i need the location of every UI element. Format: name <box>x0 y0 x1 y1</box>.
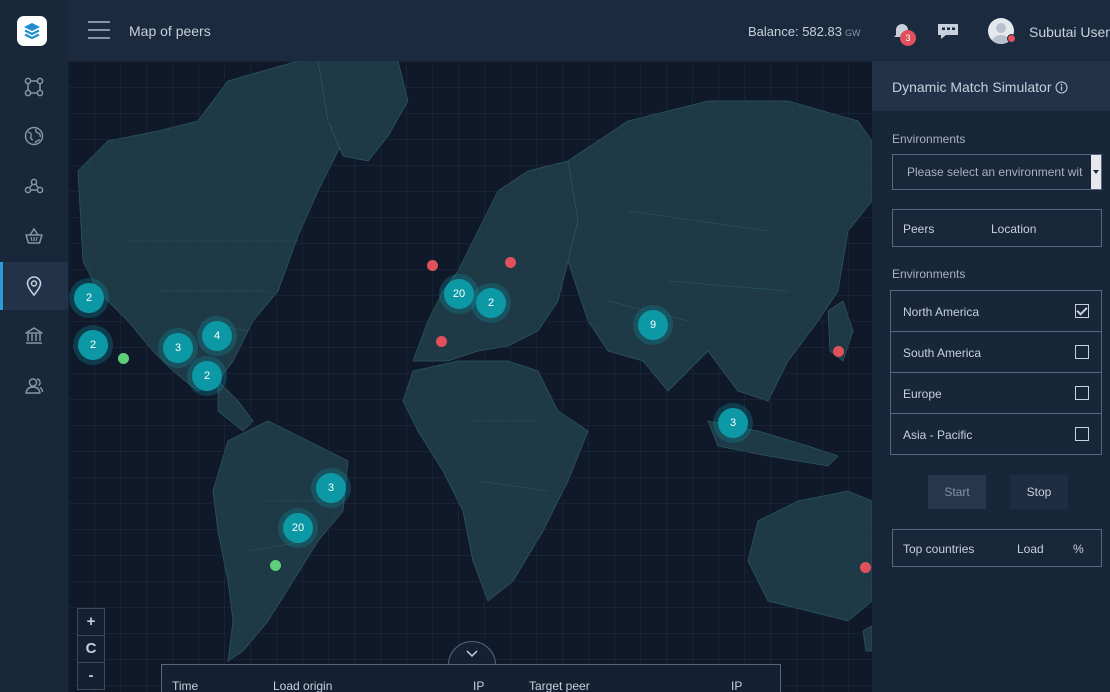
balance-unit: GW <box>844 28 861 38</box>
peers-column: Peers <box>903 222 935 236</box>
sidebar-item-nodes[interactable] <box>0 63 68 111</box>
column-target-ip: IP <box>731 679 743 692</box>
sidebar-item-peers-map[interactable] <box>0 262 68 310</box>
peer-cluster[interactable]: 3 <box>316 473 346 503</box>
network-icon <box>24 178 44 194</box>
peer-cluster[interactable]: 2 <box>78 330 108 360</box>
peer-marker-red[interactable] <box>426 259 438 271</box>
sidebar <box>0 0 68 692</box>
peer-marker-green[interactable] <box>269 559 281 571</box>
balance-value: Balance: 582.83 <box>748 24 842 39</box>
panel-title-text: Dynamic Match Simulator <box>892 79 1052 95</box>
environments-label: Environments <box>892 132 966 146</box>
subutai-logo[interactable] <box>17 16 47 46</box>
environments-filter-label: Environments <box>892 267 966 281</box>
peer-marker-red[interactable] <box>832 345 844 357</box>
menu-toggle-button[interactable] <box>88 21 110 41</box>
chat-icon <box>938 24 958 39</box>
layers-icon <box>24 23 40 40</box>
top-bar: Map of peers Balance: 582.83 GW 3 Subutai… <box>68 0 1110 62</box>
sidebar-item-bank[interactable] <box>0 312 68 360</box>
location-column: Location <box>991 222 1037 236</box>
peer-cluster[interactable]: 2 <box>74 283 104 313</box>
messages-button[interactable] <box>936 21 960 43</box>
peer-marker-red[interactable] <box>435 335 447 347</box>
sidebar-item-globe[interactable] <box>0 112 68 160</box>
percent-column: % <box>1073 542 1084 556</box>
location-pin-icon <box>26 276 42 297</box>
peer-cluster[interactable]: 3 <box>163 333 193 363</box>
notifications-button[interactable]: 3 <box>890 20 916 46</box>
globe-icon <box>24 126 44 146</box>
peer-cluster[interactable]: 2 <box>476 288 506 318</box>
dropdown-caret-icon <box>1091 155 1101 189</box>
region-asia-pacific[interactable]: Asia - Pacific <box>891 414 1101 454</box>
zoom-out-button[interactable]: - <box>78 663 104 689</box>
column-target-peer: Target peer <box>529 679 590 692</box>
region-europe[interactable]: Europe <box>891 373 1101 414</box>
simulator-panel: Dynamic Match Simulator Environments Ple… <box>872 61 1110 692</box>
peers-table-header: Peers Location <box>892 209 1102 247</box>
notification-badge: 3 <box>900 30 916 46</box>
column-load-origin: Load origin <box>273 679 333 692</box>
checkbox-asia-pacific[interactable] <box>1075 427 1089 441</box>
basket-icon <box>25 227 43 244</box>
region-label: Europe <box>903 387 942 401</box>
peer-cluster[interactable]: 9 <box>638 310 668 340</box>
panel-header: Dynamic Match Simulator <box>872 61 1110 111</box>
checkbox-north-america[interactable] <box>1075 304 1089 318</box>
info-icon[interactable] <box>1055 81 1068 94</box>
peer-cluster[interactable]: 20 <box>444 279 474 309</box>
region-south-america[interactable]: South America <box>891 332 1101 373</box>
region-list: North America South America Europe Asia … <box>890 290 1102 455</box>
column-time: Time <box>172 679 199 692</box>
peer-marker-green[interactable] <box>117 352 129 364</box>
peer-cluster[interactable]: 3 <box>718 408 748 438</box>
stop-button[interactable]: Stop <box>1010 475 1068 509</box>
peer-cluster[interactable]: 20 <box>283 513 313 543</box>
balance: Balance: 582.83 GW <box>748 24 860 39</box>
top-countries-column: Top countries <box>903 542 975 556</box>
zoom-controls: + C - <box>77 608 105 690</box>
status-indicator <box>1007 34 1016 43</box>
logo-area <box>0 0 68 61</box>
world-map <box>68 61 872 692</box>
user-group-icon <box>25 378 44 394</box>
environment-select[interactable]: Please select an environment wit <box>892 154 1102 190</box>
panel-title: Dynamic Match Simulator <box>892 79 1068 95</box>
sidebar-item-basket[interactable] <box>0 212 68 260</box>
nodes-icon <box>24 77 44 97</box>
checkbox-south-america[interactable] <box>1075 345 1089 359</box>
region-label: South America <box>903 346 982 360</box>
sidebar-item-network[interactable] <box>0 162 68 210</box>
bank-icon <box>25 327 43 344</box>
load-log-table: Time Load origin IP Target peer IP <box>161 664 781 692</box>
column-origin-ip: IP <box>473 679 485 692</box>
page-title: Map of peers <box>129 23 211 39</box>
region-north-america[interactable]: North America <box>891 291 1101 332</box>
region-label: Asia - Pacific <box>903 428 973 442</box>
start-button[interactable]: Start <box>928 475 986 509</box>
sidebar-item-users[interactable] <box>0 362 68 410</box>
top-countries-header: Top countries Load % <box>892 529 1102 567</box>
environment-select-placeholder: Please select an environment wit <box>907 165 1083 179</box>
checkbox-europe[interactable] <box>1075 386 1089 400</box>
peer-marker-red[interactable] <box>504 256 516 268</box>
load-column: Load <box>1017 542 1044 556</box>
user-menu[interactable]: Subutai User <box>1029 24 1110 40</box>
peers-map[interactable]: 2 2 3 4 2 20 2 9 3 3 20 + C - Time Load … <box>68 61 872 692</box>
chevron-down-icon <box>466 650 478 658</box>
zoom-reset-button[interactable]: C <box>78 636 104 663</box>
region-label: North America <box>903 305 980 319</box>
peer-cluster[interactable]: 4 <box>202 321 232 351</box>
peer-cluster[interactable]: 2 <box>192 361 222 391</box>
zoom-in-button[interactable]: + <box>78 609 104 636</box>
peer-marker-red[interactable] <box>859 561 871 573</box>
